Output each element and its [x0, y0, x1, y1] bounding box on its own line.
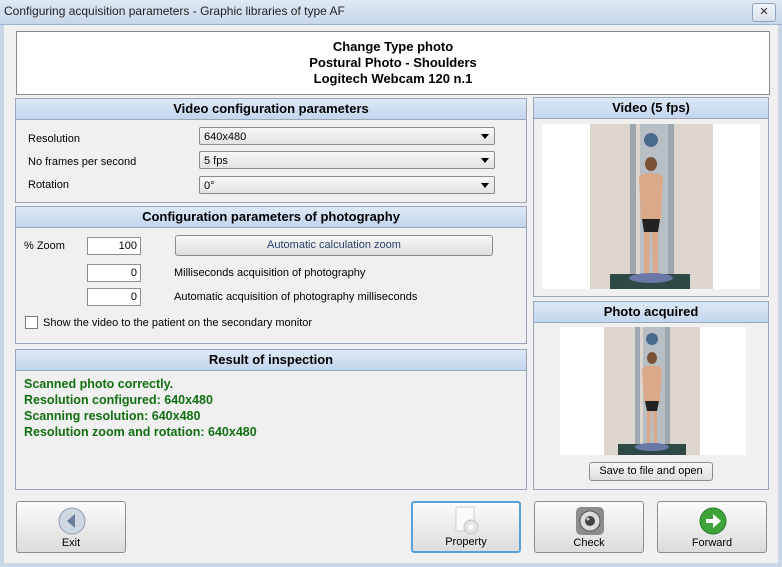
ms-acquisition-input[interactable]: 0 [87, 264, 141, 282]
info-header: Change Type photo Postural Photo - Shoul… [16, 31, 770, 95]
ms-acquisition-label: Milliseconds acquisition of photography [174, 267, 366, 279]
check-button[interactable]: Check [534, 501, 644, 553]
chevron-down-icon [481, 183, 489, 188]
video-frame-image [590, 124, 713, 289]
chevron-down-icon [481, 134, 489, 139]
photo-config-title: Configuration parameters of photography [16, 207, 526, 228]
exit-button[interactable]: Exit [16, 501, 126, 553]
secondary-monitor-label: Show the video to the patient on the sec… [43, 317, 313, 329]
rotation-select[interactable]: 0° [199, 176, 495, 194]
gear-document-icon [455, 506, 479, 535]
result-title: Result of inspection [16, 350, 526, 371]
window-title: Configuring acquisition parameters - Gra… [4, 4, 345, 18]
rotation-label: Rotation [28, 179, 69, 191]
header-line-type: Change Type photo [332, 39, 454, 54]
resolution-label: Resolution [28, 133, 80, 145]
result-line: Resolution configured: 640x480 [24, 393, 213, 407]
header-line-camera: Logitech Webcam 120 n.1 [313, 71, 473, 86]
result-line: Resolution zoom and rotation: 640x480 [24, 425, 257, 439]
result-text: Scanned photo correctly. Resolution conf… [24, 376, 257, 440]
header-line-photo: Postural Photo - Shoulders [309, 55, 477, 70]
forward-arrow-icon [699, 507, 727, 535]
zoom-label: % Zoom [24, 240, 65, 252]
forward-button[interactable]: Forward [657, 501, 767, 553]
property-label: Property [445, 536, 487, 548]
check-label: Check [573, 537, 605, 549]
auto-ms-input[interactable]: 0 [87, 288, 141, 306]
auto-zoom-button[interactable]: Automatic calculation zoom [175, 235, 493, 256]
save-to-file-button[interactable]: Save to file and open [589, 462, 713, 481]
video-preview [542, 124, 760, 289]
forward-label: Forward [691, 537, 733, 549]
close-button[interactable]: ✕ [752, 3, 776, 22]
chevron-down-icon [481, 158, 489, 163]
fps-value: 5 fps [204, 155, 228, 167]
close-icon: ✕ [759, 6, 769, 18]
back-arrow-icon [58, 507, 86, 535]
resolution-select[interactable]: 640x480 [199, 127, 495, 145]
photo-preview [560, 327, 746, 455]
fps-select[interactable]: 5 fps [199, 151, 495, 169]
exit-label: Exit [61, 537, 81, 549]
video-title: Video (5 fps) [534, 98, 768, 119]
acquired-photo-image [604, 327, 700, 455]
result-line: Scanning resolution: 640x480 [24, 409, 201, 423]
zoom-input[interactable]: 100 [87, 237, 141, 255]
fps-label: No frames per second [28, 156, 137, 168]
result-line: Scanned photo correctly. [24, 377, 174, 391]
property-button[interactable]: Property [411, 501, 521, 553]
photo-title: Photo acquired [534, 302, 768, 323]
webcam-icon [576, 507, 604, 535]
video-config-title: Video configuration parameters [16, 99, 526, 120]
rotation-value: 0° [204, 180, 215, 192]
auto-ms-label: Automatic acquisition of photography mil… [174, 291, 418, 303]
resolution-value: 640x480 [204, 131, 247, 143]
window-titlebar: Configuring acquisition parameters - Gra… [0, 0, 782, 25]
secondary-monitor-checkbox[interactable] [25, 316, 38, 329]
